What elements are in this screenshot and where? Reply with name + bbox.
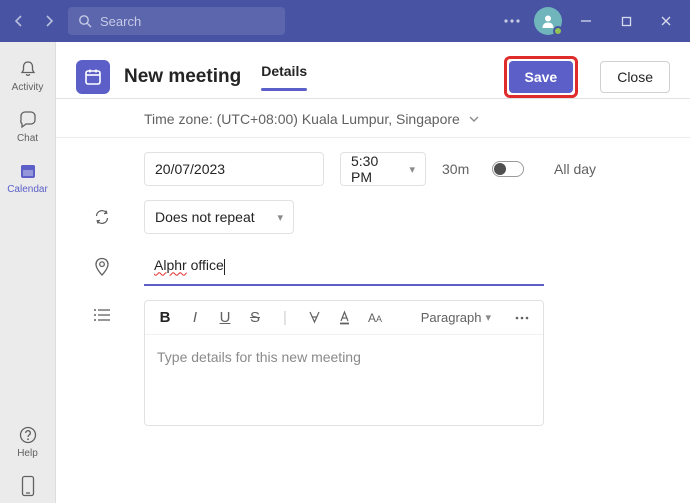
italic-button[interactable]: I — [187, 309, 203, 326]
font-size-button[interactable]: AA — [367, 311, 383, 325]
maximize-button[interactable] — [610, 5, 642, 37]
location-icon — [76, 257, 128, 277]
main-content: New meeting Details Save Close Time zone… — [56, 42, 690, 503]
device-icon — [17, 475, 39, 497]
more-icon[interactable] — [498, 7, 526, 35]
strikethrough-button[interactable]: S — [247, 309, 263, 326]
underline-button[interactable]: U — [217, 309, 233, 326]
duration-label: 30m — [442, 161, 476, 177]
description-row: B I U S | AA — [76, 300, 670, 426]
chevron-down-icon: ▾ — [277, 211, 283, 224]
description-placeholder: Type details for this new meeting — [157, 349, 361, 365]
description-textarea[interactable]: Type details for this new meeting — [145, 335, 543, 425]
chat-icon — [17, 109, 39, 131]
presence-available-icon — [553, 26, 563, 36]
location-value: Alphr office — [154, 257, 225, 274]
rail-chat[interactable]: Chat — [0, 103, 56, 150]
description-editor: B I U S | AA — [144, 300, 544, 426]
close-button[interactable]: Close — [600, 61, 670, 93]
datetime-row: 20/07/2023 5:30 PM ▾ 30m All day — [76, 152, 670, 186]
calendar-badge-icon — [76, 60, 110, 94]
chevron-down-icon: ▾ — [485, 311, 491, 324]
recurrence-icon — [76, 208, 128, 226]
separator: | — [277, 309, 293, 326]
bell-icon — [17, 58, 39, 80]
recurrence-row: Does not repeat ▾ — [76, 200, 670, 234]
chevron-down-icon: ▾ — [409, 163, 415, 176]
bold-button[interactable]: B — [157, 309, 173, 326]
back-button[interactable] — [8, 10, 30, 32]
rail-calendar[interactable]: Calendar — [0, 154, 56, 201]
close-window-button[interactable] — [650, 5, 682, 37]
recurrence-select[interactable]: Does not repeat ▾ — [144, 200, 294, 234]
description-icon — [76, 300, 128, 322]
rail-device[interactable] — [0, 469, 56, 503]
allday-label: All day — [554, 161, 596, 177]
search-input[interactable]: Search — [68, 7, 285, 35]
chevron-down-icon — [468, 115, 480, 123]
date-value: 20/07/2023 — [155, 161, 225, 177]
tab-details[interactable]: Details — [261, 63, 307, 91]
title-bar: Search — [0, 0, 690, 42]
page-title: New meeting — [124, 66, 241, 88]
calendar-icon — [17, 160, 39, 182]
paragraph-select[interactable]: Paragraph ▾ — [421, 310, 491, 325]
save-button[interactable]: Save — [509, 61, 574, 93]
paragraph-label: Paragraph — [421, 310, 482, 325]
rail-label: Activity — [12, 82, 44, 93]
editor-toolbar: B I U S | AA — [145, 301, 543, 335]
toggle-knob — [494, 163, 506, 175]
more-formatting-button[interactable] — [515, 316, 531, 320]
rail-label: Calendar — [7, 184, 48, 195]
time-value: 5:30 PM — [351, 153, 401, 185]
save-highlight: Save — [504, 56, 579, 98]
search-icon — [78, 14, 92, 28]
search-placeholder: Search — [100, 14, 141, 29]
forward-button[interactable] — [38, 10, 60, 32]
rail-help[interactable]: Help — [0, 418, 56, 465]
timezone-row[interactable]: Time zone: (UTC+08:00) Kuala Lumpur, Sin… — [56, 99, 690, 138]
recurrence-value: Does not repeat — [155, 209, 255, 225]
highlight-button[interactable] — [307, 310, 323, 325]
timezone-label: Time zone: (UTC+08:00) Kuala Lumpur, Sin… — [144, 111, 460, 127]
help-icon — [17, 424, 39, 446]
allday-toggle[interactable] — [492, 161, 524, 177]
font-color-button[interactable] — [337, 310, 353, 325]
app-rail: Activity Chat Calendar Help — [0, 42, 56, 503]
date-input[interactable]: 20/07/2023 — [144, 152, 324, 186]
rail-label: Chat — [17, 133, 38, 144]
rail-label: Help — [17, 448, 38, 459]
location-input[interactable]: Alphr office — [144, 248, 544, 286]
page-header: New meeting Details Save Close — [56, 42, 690, 98]
location-row: Alphr office — [76, 248, 670, 286]
minimize-button[interactable] — [570, 5, 602, 37]
avatar[interactable] — [534, 7, 562, 35]
time-input[interactable]: 5:30 PM ▾ — [340, 152, 426, 186]
rail-activity[interactable]: Activity — [0, 52, 56, 99]
